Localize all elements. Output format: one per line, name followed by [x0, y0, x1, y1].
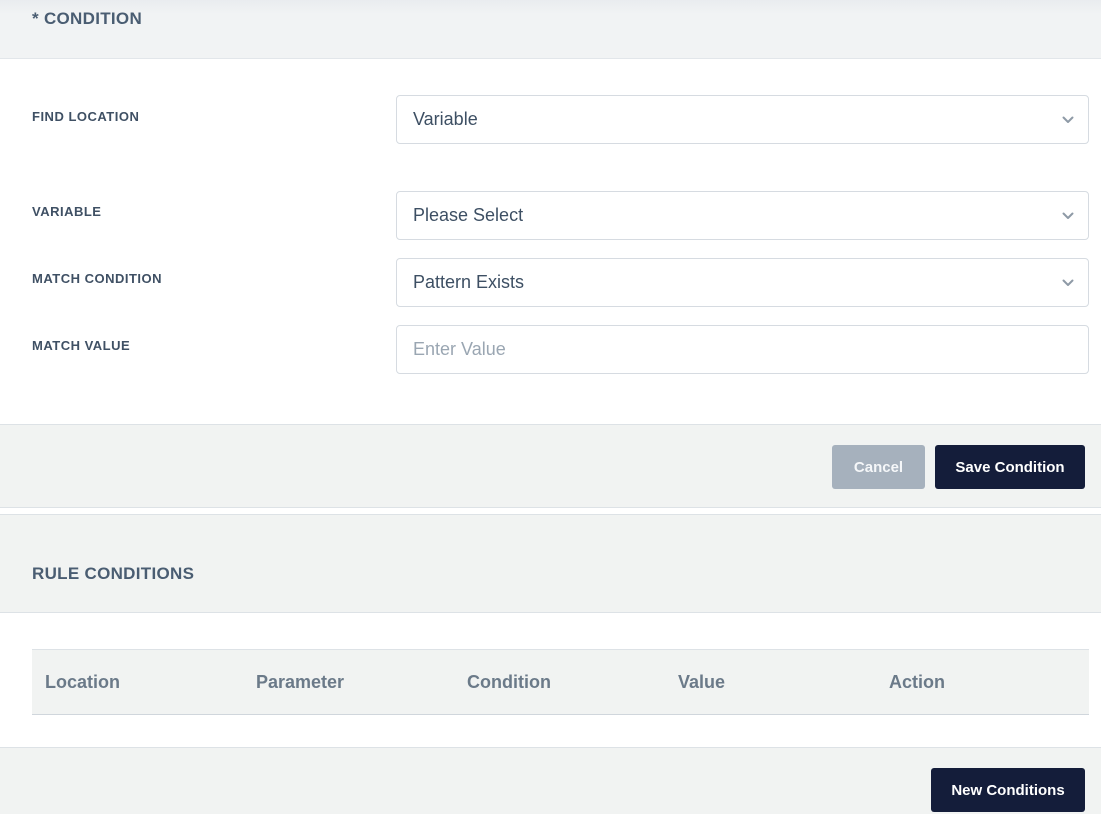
rule-conditions-title: RULE CONDITIONS [32, 564, 195, 583]
match-value-label: MATCH VALUE [32, 338, 131, 353]
rule-conditions-table-header: Location Parameter Condition Value Actio… [32, 649, 1089, 715]
variable-select[interactable]: Please Select [396, 191, 1089, 240]
new-conditions-button[interactable]: New Conditions [931, 768, 1085, 812]
chevron-down-icon [1048, 259, 1088, 306]
column-header-parameter: Parameter [256, 671, 345, 692]
condition-actions-bar: Cancel Save Condition [0, 424, 1101, 508]
condition-section-header: * CONDITION [0, 0, 1101, 59]
find-location-select[interactable]: Variable [396, 95, 1089, 144]
save-condition-button[interactable]: Save Condition [935, 445, 1085, 489]
column-header-value: Value [678, 671, 726, 692]
condition-section-title: * CONDITION [32, 9, 143, 28]
find-location-value: Variable [413, 109, 478, 129]
find-location-label: FIND LOCATION [32, 109, 140, 124]
column-header-condition: Condition [467, 671, 551, 692]
match-value-placeholder: Enter Value [413, 339, 506, 359]
match-condition-label: MATCH CONDITION [32, 271, 163, 286]
column-header-action: Action [889, 671, 945, 692]
rule-conditions-header: RULE CONDITIONS [0, 514, 1101, 613]
match-value-input[interactable]: Enter Value [396, 325, 1089, 374]
match-condition-select[interactable]: Pattern Exists [396, 258, 1089, 307]
page: * CONDITION FIND LOCATION Variable VARIA… [0, 0, 1101, 814]
cancel-button[interactable]: Cancel [832, 445, 925, 489]
variable-value: Please Select [413, 205, 524, 225]
chevron-down-icon [1048, 96, 1088, 143]
variable-label: VARIABLE [32, 204, 102, 219]
chevron-down-icon [1048, 192, 1088, 239]
match-condition-value: Pattern Exists [413, 272, 525, 292]
column-header-location: Location [45, 671, 120, 692]
rule-conditions-actions-bar: New Conditions [0, 747, 1101, 814]
